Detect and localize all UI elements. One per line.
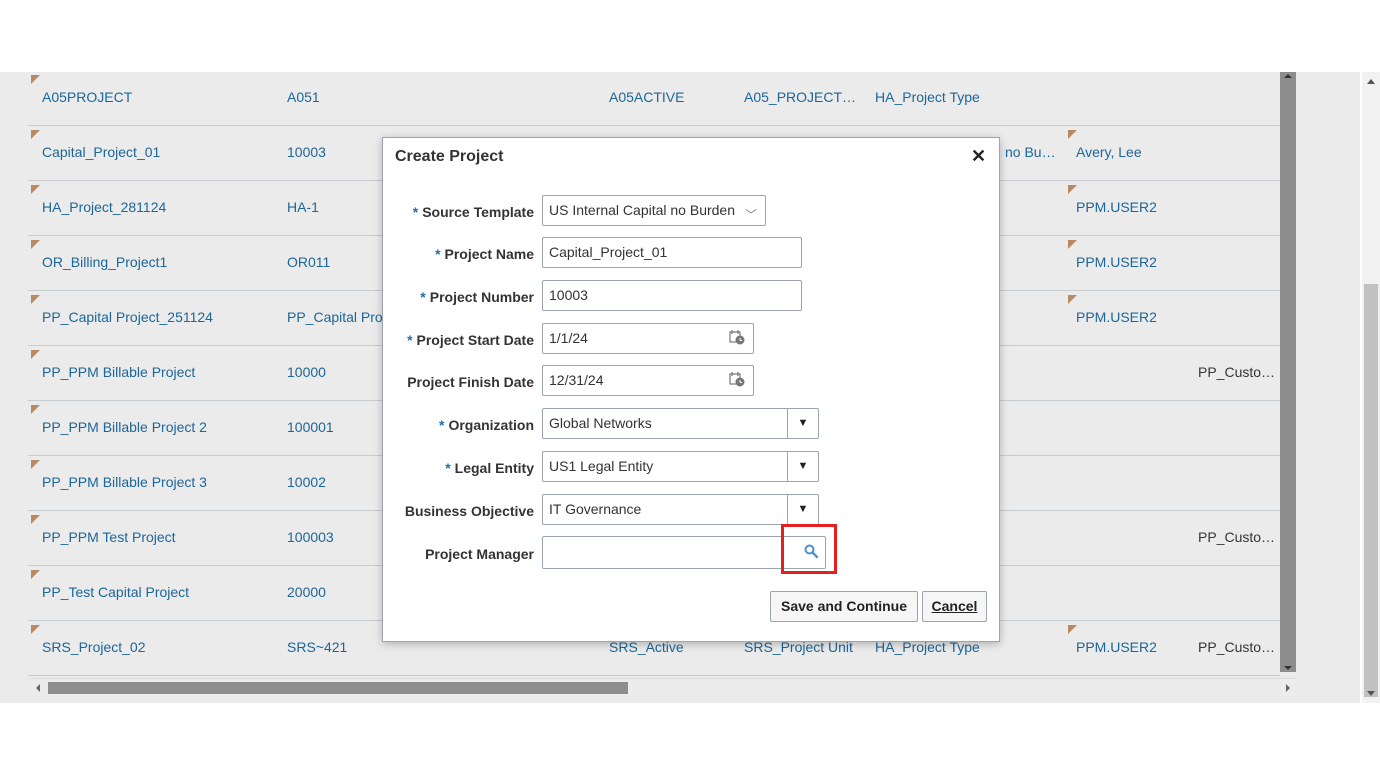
page-vertical-scrollbar[interactable] [1362, 72, 1380, 703]
source-template-label: Source Template [422, 204, 534, 220]
scroll-up-arrow-icon[interactable] [1284, 74, 1292, 78]
project-finish-date-input[interactable]: 12/31/24 [542, 365, 754, 396]
project-start-date-label: Project Start Date [416, 332, 534, 348]
table-horizontal-scrollbar[interactable] [30, 678, 1296, 697]
project-start-date-value: 1/1/24 [549, 330, 588, 346]
organization-value: Global Networks [549, 415, 652, 431]
source-template-row: * Source Template US Internal Capital no … [383, 195, 999, 231]
required-marker: * [445, 460, 451, 476]
cancel-button[interactable]: Cancel [922, 591, 987, 622]
scroll-right-arrow-icon[interactable] [1286, 684, 1290, 692]
calendar-icon[interactable] [729, 371, 745, 387]
business-objective-label: Business Objective [404, 503, 534, 519]
source-template-value: US Internal Capital no Burden [549, 202, 735, 218]
required-marker: * [435, 246, 441, 262]
legal-entity-select[interactable]: US1 Legal Entity ▼ [542, 451, 819, 482]
business-objective-value: IT Governance [549, 501, 642, 517]
project-finish-date-row: Project Finish Date 12/31/24 [383, 365, 999, 401]
dialog-title: Create Project [395, 148, 504, 165]
legal-entity-row: * Legal Entity US1 Legal Entity ▼ [383, 451, 999, 487]
scroll-left-arrow-icon[interactable] [36, 684, 40, 692]
scroll-down-arrow-icon[interactable] [1284, 666, 1292, 670]
project-finish-date-value: 12/31/24 [549, 372, 604, 388]
create-project-dialog: Create Project ✕ * Source Template US Int… [382, 137, 1000, 642]
required-marker: * [420, 289, 426, 305]
calendar-icon[interactable] [729, 329, 745, 345]
page-scroll-up-icon[interactable] [1367, 79, 1375, 84]
organization-select[interactable]: Global Networks ▼ [542, 408, 819, 439]
project-manager-label: Project Manager [425, 546, 534, 562]
project-name-input[interactable]: Capital_Project_01 [542, 237, 802, 268]
chevron-down-icon: ﹀ [744, 208, 757, 222]
project-finish-date-label: Project Finish Date [407, 374, 534, 390]
project-start-date-row: * Project Start Date 1/1/24 [383, 323, 999, 359]
required-marker: * [407, 332, 413, 348]
project-number-row: * Project Number 10003 [383, 280, 999, 316]
dropdown-arrow-icon[interactable]: ▼ [787, 409, 818, 438]
project-name-row: * Project Name Capital_Project_01 [383, 237, 999, 273]
page-scroll-thumb[interactable] [1364, 284, 1378, 697]
project-name-label: Project Name [444, 246, 534, 262]
legal-entity-label: Legal Entity [454, 460, 534, 476]
business-objective-select[interactable]: IT Governance ▼ [542, 494, 819, 525]
dropdown-arrow-icon[interactable]: ▼ [787, 452, 818, 481]
required-marker: * [412, 204, 419, 220]
project-manager-row: Project Manager [383, 536, 999, 572]
project-start-date-input[interactable]: 1/1/24 [542, 323, 754, 354]
required-marker: * [438, 417, 445, 433]
close-icon[interactable]: ✕ [971, 146, 986, 167]
save-and-continue-button[interactable]: Save and Continue [770, 591, 918, 622]
page-scroll-down-icon[interactable] [1367, 691, 1375, 696]
project-number-label: Project Number [429, 289, 534, 305]
horizontal-scroll-thumb[interactable] [48, 682, 628, 694]
table-vertical-scrollbar[interactable] [1280, 72, 1296, 672]
project-number-input[interactable]: 10003 [542, 280, 802, 311]
dropdown-arrow-icon[interactable]: ▼ [787, 495, 818, 524]
legal-entity-value: US1 Legal Entity [549, 458, 654, 474]
project-manager-search-highlight [781, 524, 837, 574]
organization-row: * Organization Global Networks ▼ [383, 408, 999, 444]
business-objective-row: Business Objective IT Governance ▼ [383, 494, 999, 530]
source-template-select[interactable]: US Internal Capital no Burden ﹀ [542, 195, 766, 226]
organization-label: Organization [448, 417, 534, 433]
